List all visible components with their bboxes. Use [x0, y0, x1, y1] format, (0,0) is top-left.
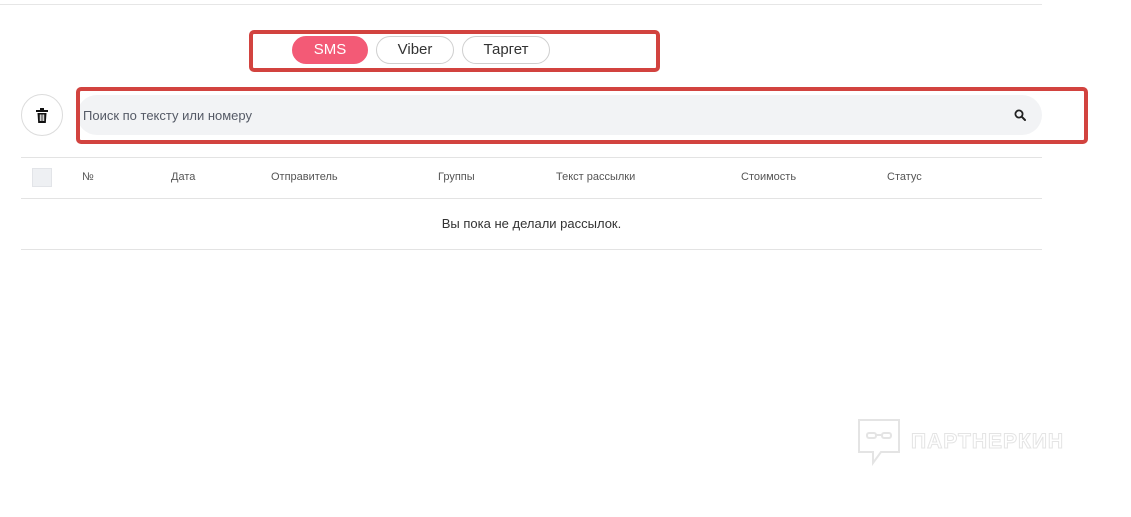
select-all-checkbox[interactable]	[32, 168, 52, 187]
watermark: ПАРТНЕРКИН	[857, 418, 1064, 466]
watermark-text: ПАРТНЕРКИН	[910, 430, 1065, 454]
column-header-sender[interactable]: Отправитель	[271, 171, 338, 183]
column-header-status[interactable]: Статус	[887, 171, 922, 183]
top-divider	[0, 4, 1042, 5]
column-header-date[interactable]: Дата	[171, 171, 195, 183]
table-bottom-border	[21, 249, 1042, 250]
highlight-frame-search	[76, 87, 1088, 144]
empty-table-message: Вы пока не делали рассылок.	[441, 216, 622, 231]
watermark-logo-icon	[858, 419, 900, 466]
delete-button[interactable]	[21, 94, 63, 136]
trash-icon	[36, 107, 48, 123]
column-header-cost[interactable]: Стоимость	[741, 171, 796, 183]
table-top-border	[21, 157, 1042, 158]
column-header-text[interactable]: Текст рассылки	[556, 171, 635, 183]
column-header-groups[interactable]: Группы	[438, 171, 475, 183]
table-header-border	[21, 198, 1042, 199]
mailings-page: SMS Viber Таргет № Дата Отправитель Груп…	[0, 0, 1131, 517]
highlight-frame-tabs	[249, 30, 660, 72]
column-header-number[interactable]: №	[82, 171, 94, 183]
